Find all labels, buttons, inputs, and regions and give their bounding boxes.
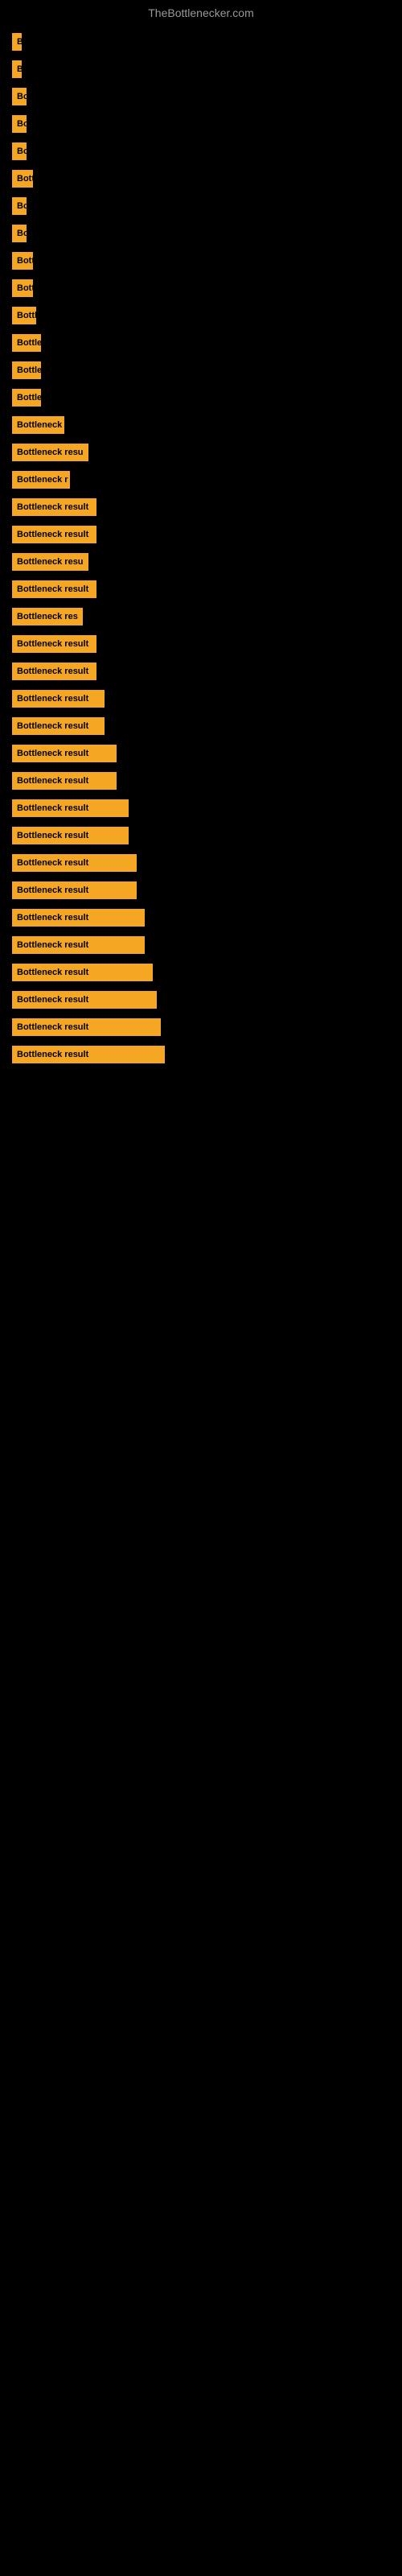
bar-row: Bo bbox=[12, 113, 390, 135]
bar-label: Bottleneck result bbox=[12, 909, 145, 927]
bar-row: Bottleneck result bbox=[12, 1016, 390, 1038]
bar-label: B bbox=[12, 60, 22, 78]
bar-label: Bott bbox=[12, 170, 33, 188]
bar-row: Bottleneck resu bbox=[12, 441, 390, 464]
bar-label: Bo bbox=[12, 197, 27, 215]
bar-label: Bottleneck result bbox=[12, 526, 96, 543]
bar-label: Bottleneck bbox=[12, 416, 64, 434]
bar-row: Bottleneck result bbox=[12, 578, 390, 601]
bars-container: BB Bo Bo Bo Bott Bo Bo Bott Bott Bottl Bottle Bottl… bbox=[0, 23, 402, 1079]
bar-row: Bottleneck result bbox=[12, 660, 390, 683]
bar-label: Bottleneck resu bbox=[12, 553, 88, 571]
bar-label: Bottleneck result bbox=[12, 964, 153, 981]
bar-label: Bo bbox=[12, 88, 27, 105]
bar-row: Bottle bbox=[12, 386, 390, 409]
bar-label: Bo bbox=[12, 142, 27, 160]
bar-row: Bo bbox=[12, 195, 390, 217]
bar-row: Bott bbox=[12, 167, 390, 190]
bar-row: Bottleneck result bbox=[12, 742, 390, 765]
bar-row: Bo bbox=[12, 222, 390, 245]
bar-label: Bottleneck result bbox=[12, 1046, 165, 1063]
bar-row: Bottle bbox=[12, 332, 390, 354]
bar-row: Bottleneck resu bbox=[12, 551, 390, 573]
bar-label: Bottleneck result bbox=[12, 854, 137, 872]
bar-label: Bo bbox=[12, 225, 27, 242]
bar-row: Bottleneck result bbox=[12, 633, 390, 655]
bar-label: Bottle bbox=[12, 361, 41, 379]
bar-label: Bottleneck result bbox=[12, 690, 105, 708]
bar-row: Bottleneck result bbox=[12, 797, 390, 819]
bar-label: Bottleneck result bbox=[12, 745, 117, 762]
bar-label: Bottleneck result bbox=[12, 498, 96, 516]
bar-label: Bottle bbox=[12, 334, 41, 352]
bar-row: Bottleneck result bbox=[12, 989, 390, 1011]
bar-row: Bottleneck result bbox=[12, 715, 390, 737]
bar-row: Bottleneck result bbox=[12, 1043, 390, 1066]
bar-row: Bottleneck result bbox=[12, 906, 390, 929]
bar-row: Bottleneck result bbox=[12, 879, 390, 902]
bar-row: Bottleneck result bbox=[12, 687, 390, 710]
bar-label: Bottleneck result bbox=[12, 717, 105, 735]
bar-row: Bottleneck bbox=[12, 414, 390, 436]
bar-row: Bottleneck result bbox=[12, 824, 390, 847]
bar-row: Bottleneck result bbox=[12, 523, 390, 546]
bar-label: Bottleneck result bbox=[12, 936, 145, 954]
bar-label: B bbox=[12, 33, 22, 51]
bar-label: Bottleneck result bbox=[12, 991, 157, 1009]
bar-label: Bottleneck resu bbox=[12, 444, 88, 461]
bar-label: Bottleneck result bbox=[12, 881, 137, 899]
bar-label: Bottleneck res bbox=[12, 608, 83, 625]
bar-label: Bottleneck result bbox=[12, 663, 96, 680]
bar-row: Bottleneck result bbox=[12, 934, 390, 956]
bar-row: Bo bbox=[12, 85, 390, 108]
bar-row: Bott bbox=[12, 250, 390, 272]
bar-label: Bott bbox=[12, 279, 33, 297]
bar-label: Bottleneck result bbox=[12, 1018, 161, 1036]
bar-label: Bottleneck result bbox=[12, 827, 129, 844]
bar-label: Bottleneck result bbox=[12, 580, 96, 598]
bar-row: B bbox=[12, 31, 390, 53]
bar-label: Bottleneck result bbox=[12, 635, 96, 653]
bar-row: Bo bbox=[12, 140, 390, 163]
bar-label: Bott bbox=[12, 252, 33, 270]
bar-label: Bo bbox=[12, 115, 27, 133]
bar-label: Bottleneck result bbox=[12, 772, 117, 790]
bar-row: Bottl bbox=[12, 304, 390, 327]
bar-label: Bottleneck result bbox=[12, 799, 129, 817]
bar-row: B bbox=[12, 58, 390, 80]
site-title: TheBottlenecker.com bbox=[0, 0, 402, 23]
bar-row: Bottleneck r bbox=[12, 469, 390, 491]
bar-label: Bottleneck r bbox=[12, 471, 70, 489]
bar-row: Bottleneck result bbox=[12, 496, 390, 518]
bar-row: Bottleneck result bbox=[12, 770, 390, 792]
bar-label: Bottl bbox=[12, 307, 36, 324]
bar-row: Bottleneck result bbox=[12, 852, 390, 874]
bar-row: Bott bbox=[12, 277, 390, 299]
bar-row: Bottleneck result bbox=[12, 961, 390, 984]
bar-row: Bottle bbox=[12, 359, 390, 382]
bar-row: Bottleneck res bbox=[12, 605, 390, 628]
bar-label: Bottle bbox=[12, 389, 41, 407]
